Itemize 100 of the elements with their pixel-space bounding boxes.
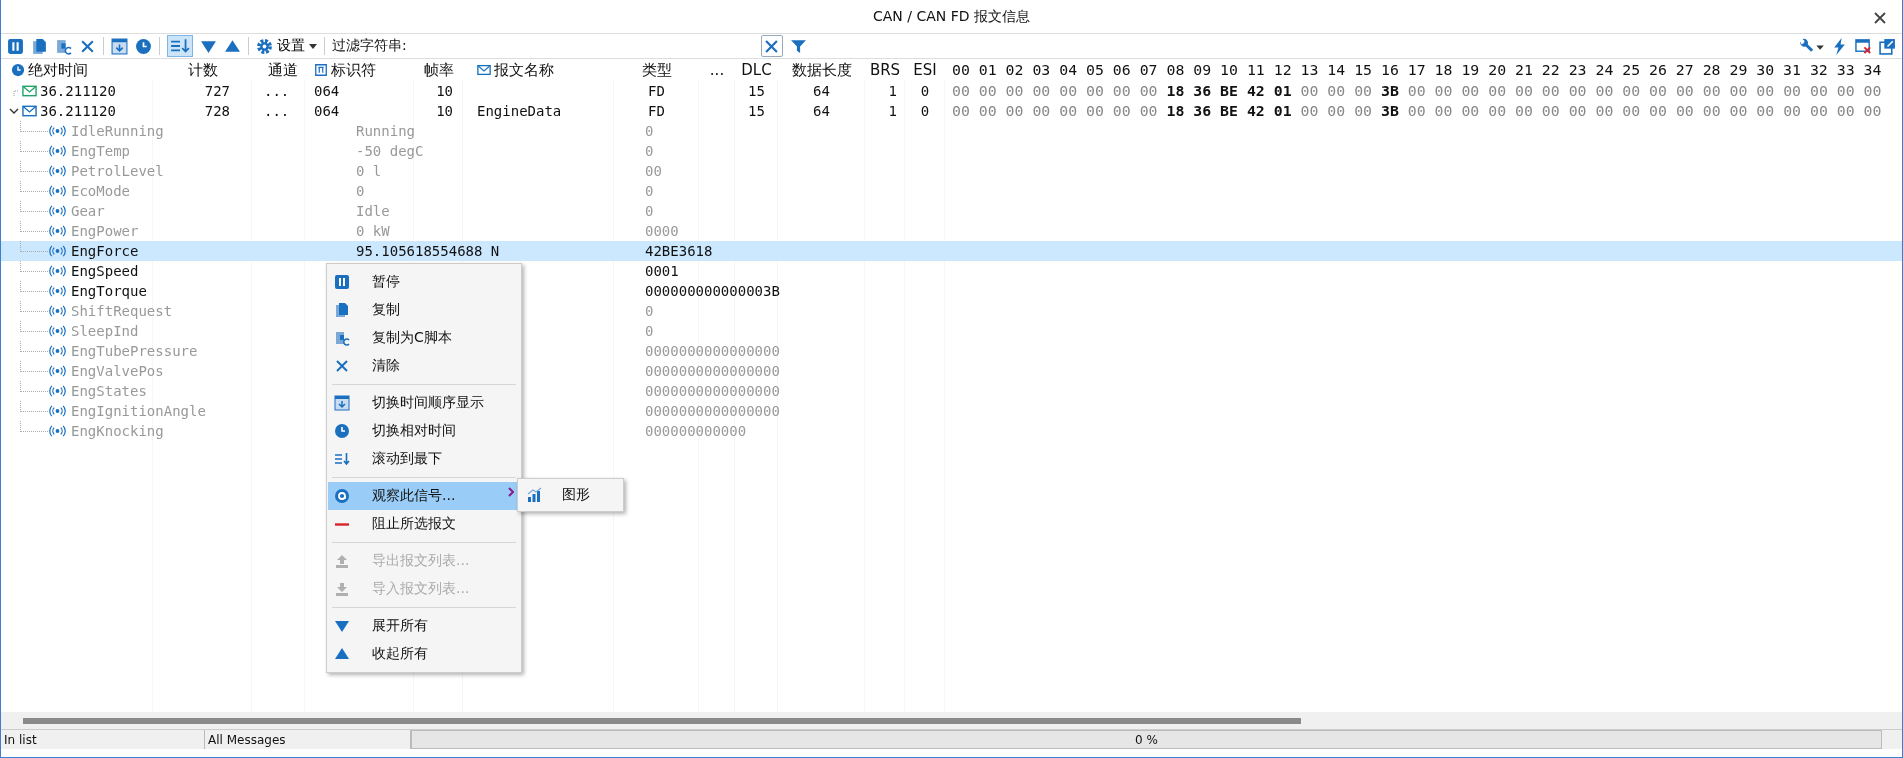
menu-item[interactable]: 清除 — [328, 352, 520, 380]
copy-icon[interactable] — [31, 37, 48, 55]
data-bytes-cell-text: 00 00 00 00 00 00 00 00 18 36 BE 42 01 00 00 00 3B 00 00 00 00 00 00 00 00 00 00 00 00 00 00 00 00 00 00 — [951, 82, 1882, 100]
scrollbar-thumb[interactable] — [23, 717, 1301, 724]
triangle-up-icon — [334, 646, 350, 662]
signal-name: EngForce — [71, 243, 139, 259]
menu-item[interactable]: 图形 — [518, 481, 623, 509]
count-cell: 728 — [204, 103, 230, 119]
column-header[interactable]: 绝对时间 — [11, 60, 88, 80]
window-title: CAN / CAN FD 报文信息 — [873, 7, 1030, 26]
signal-icon — [49, 145, 66, 157]
type-cell: FD — [648, 83, 665, 99]
time-cell: 36.211120 — [40, 103, 116, 119]
length-cell: 64 — [813, 103, 830, 119]
selected-row-highlight[interactable]: EngForce 95.105618554688 N 42BE3618 — [1, 241, 1902, 261]
column-header[interactable]: DLC — [741, 61, 772, 79]
column-header[interactable]: ESI — [913, 61, 937, 79]
order-icon[interactable] — [111, 37, 128, 55]
window-close-icon[interactable] — [1855, 37, 1872, 55]
signal-name: PetrolLevel — [71, 163, 164, 179]
close-icon[interactable] — [1874, 12, 1886, 24]
signal-name: EngTorque — [71, 283, 147, 299]
lightning-icon[interactable] — [1831, 37, 1848, 55]
scroll-down-icon — [334, 451, 350, 467]
menu-item[interactable]: 暂停 — [328, 268, 520, 296]
rate-cell: 10 — [436, 83, 453, 99]
esi-cell: 0 — [920, 83, 930, 99]
raw-value: 0 — [645, 203, 654, 219]
signal-icon — [49, 305, 66, 317]
signal-icon — [49, 425, 66, 437]
raw-value: 0 — [645, 303, 654, 319]
menu-item[interactable]: 切换时间顺序显示 — [328, 389, 520, 417]
brs-cell: 1 — [888, 83, 897, 99]
channel-cell: ... — [264, 83, 290, 99]
raw-value: 0 — [645, 143, 654, 159]
progress-bar: 0 % — [411, 730, 1882, 749]
menu-item[interactable]: 复制为C脚本 — [328, 324, 520, 352]
signal-name: ShiftRequest — [71, 303, 173, 319]
data-bytes-cell-text: 00 00 00 00 00 00 00 00 18 36 BE 42 01 00 00 00 3B 00 00 00 00 00 00 00 00 00 00 00 00 00 00 00 00 00 00 — [951, 102, 1882, 120]
clock-icon[interactable] — [135, 37, 152, 55]
clock-icon — [11, 63, 25, 77]
dlc-cell: 15 — [748, 103, 765, 119]
raw-value: 0000000000000000 — [645, 363, 780, 379]
signal-value: 0 l — [356, 163, 382, 179]
menu-item[interactable]: 展开所有 — [328, 612, 520, 640]
menu-item[interactable]: 阻止所选报文 — [328, 510, 520, 538]
signal-name: EngTemp — [71, 143, 130, 159]
raw-value: 0 — [645, 323, 654, 339]
column-header[interactable]: 帧率 — [423, 60, 454, 80]
signal-name: EngValvePos — [71, 363, 164, 379]
menu-item[interactable]: 观察此信号... — [328, 482, 520, 510]
triangle-up-icon[interactable] — [224, 37, 241, 55]
popout-icon[interactable] — [1879, 37, 1896, 55]
signal-name: SleepInd — [71, 323, 139, 339]
column-header[interactable]: 通道 — [267, 60, 298, 80]
column-header[interactable]: 标识符 — [314, 60, 376, 80]
column-header[interactable]: 报文名称 — [477, 60, 554, 80]
column-header[interactable]: 计数 — [187, 60, 218, 80]
channel-cell: ... — [264, 103, 290, 119]
signal-icon — [49, 205, 66, 217]
esi-cell: 0 — [920, 103, 930, 119]
pause-icon[interactable] — [7, 37, 24, 55]
raw-value: 0 — [645, 123, 654, 139]
column-header[interactable]: 数据长度 — [791, 60, 852, 80]
clear-icon — [765, 39, 779, 53]
raw-value: 000000000000 — [645, 423, 747, 439]
copy-script-icon[interactable] — [55, 37, 72, 55]
envelope-icon — [477, 63, 491, 77]
settings-button[interactable]: 设置 — [256, 37, 317, 55]
signal-value: Running — [356, 123, 415, 139]
message-name-cell: EngineData — [477, 103, 562, 119]
signal-name: EngPower — [71, 223, 139, 239]
clear-filter-button[interactable] — [760, 35, 783, 57]
menu-item[interactable]: 收起所有 — [328, 640, 520, 668]
menu-item[interactable]: 复制 — [328, 296, 520, 324]
menu-item[interactable]: 滚动到最下 — [328, 445, 520, 473]
download-icon — [334, 581, 350, 597]
id-cell: 064 — [314, 103, 340, 119]
raw-value: 0 — [645, 183, 654, 199]
at-sign-icon — [334, 488, 350, 504]
collapse-chevron-icon[interactable] — [9, 106, 19, 116]
raw-value: 0000000000000000 — [645, 383, 780, 399]
signal-name: EngSpeed — [71, 263, 139, 279]
column-header[interactable]: BRS — [869, 61, 901, 79]
bracket-icon — [314, 63, 328, 77]
column-header[interactable]: 类型 — [641, 60, 672, 80]
length-cell: 64 — [813, 83, 830, 99]
brs-cell: 1 — [888, 103, 897, 119]
scroll-down-button[interactable] — [167, 35, 193, 57]
clear-icon — [334, 358, 350, 374]
raw-value: 0001 — [645, 263, 679, 279]
signal-icon — [49, 265, 66, 277]
filter-icon[interactable] — [789, 37, 807, 55]
column-header[interactable]: ... — [709, 61, 725, 79]
signal-value: 0 — [356, 183, 365, 199]
byte-index-header: 00 01 02 03 04 05 06 07 08 09 10 11 12 13 14 15 16 17 18 19 20 21 22 23 24 25 26 27 28 29 30 31 32 33 34 — [951, 61, 1882, 79]
rate-cell: 10 — [436, 103, 453, 119]
id-cell: 064 — [314, 83, 340, 99]
menu-item[interactable]: 切换相对时间 — [328, 417, 520, 445]
signal-name: EngStates — [71, 383, 147, 399]
